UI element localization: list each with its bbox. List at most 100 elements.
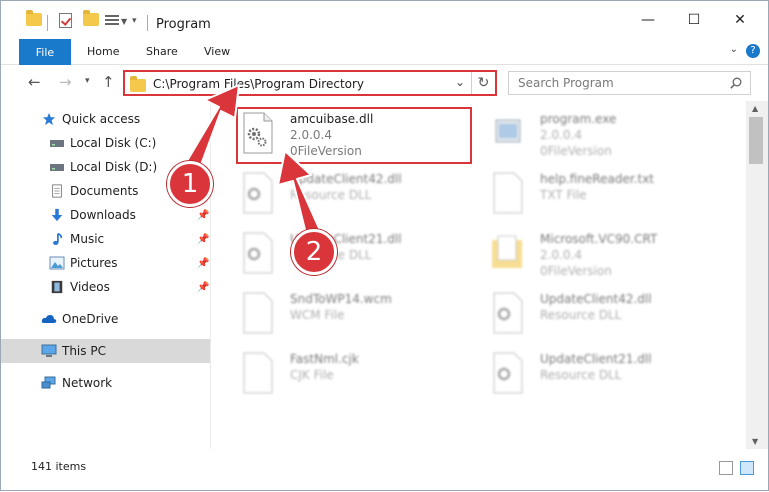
refresh-icon[interactable]: ↻ bbox=[471, 72, 495, 94]
sidebar-item-label: Documents bbox=[70, 184, 139, 198]
dll-gear-icon bbox=[493, 292, 523, 334]
file-item-program-exe[interactable]: program.exe 2.0.0.4 0FileVersion bbox=[490, 109, 730, 165]
file-name: program.exe bbox=[540, 112, 617, 126]
details-view-icon[interactable] bbox=[719, 461, 733, 475]
sidebar-item-videos[interactable]: Videos 📌 bbox=[1, 275, 210, 299]
status-bar: 141 items bbox=[1, 449, 768, 490]
tab-file[interactable]: File bbox=[19, 39, 71, 65]
dll-gear-icon bbox=[243, 172, 273, 214]
sidebar-item-network[interactable]: Network bbox=[1, 371, 210, 395]
exe-icon bbox=[495, 119, 521, 143]
drive-icon bbox=[50, 164, 64, 171]
step-1-callout: 1 bbox=[167, 161, 213, 207]
file-item-updateclient21[interactable]: UpdateClient21.dll Resource DLL bbox=[240, 229, 480, 285]
file-item-updateclient42b[interactable]: UpdateClient42.dll Resource DLL bbox=[490, 289, 730, 345]
file-name: UpdateClient21.dll bbox=[540, 352, 652, 366]
file-item-updateclient42[interactable]: UpdateClient42.dll Resource DLL bbox=[240, 169, 480, 225]
file-name: FastNml.cjk bbox=[290, 352, 359, 366]
address-bar[interactable]: C:\Program Files\Program Directory ⌄ ↻ bbox=[123, 70, 497, 96]
file-version: 2.0.0.4 bbox=[540, 128, 582, 142]
file-type: WCM File bbox=[290, 308, 345, 322]
pictures-icon bbox=[49, 256, 65, 270]
dropdown-icon[interactable]: ▾ bbox=[132, 16, 137, 32]
address-dropdown-icon[interactable]: ⌄ bbox=[455, 75, 465, 89]
file-type: Resource DLL bbox=[290, 188, 372, 202]
sidebar-item-label: Pictures bbox=[70, 256, 118, 270]
sidebar-item-label: Quick access bbox=[62, 112, 141, 126]
tab-share[interactable]: Share bbox=[146, 45, 178, 58]
sidebar-item-label: Music bbox=[70, 232, 105, 246]
step-2-callout: 2 bbox=[291, 229, 337, 275]
large-icons-view-icon[interactable] bbox=[740, 461, 754, 475]
folder-icon bbox=[130, 76, 146, 92]
address-path[interactable]: C:\Program Files\Program Directory bbox=[153, 77, 364, 91]
close-button[interactable]: ✕ bbox=[717, 1, 763, 39]
separator bbox=[147, 15, 148, 31]
computer-icon bbox=[41, 344, 57, 357]
star-icon bbox=[42, 112, 56, 126]
sidebar-item-label: Videos bbox=[70, 280, 110, 294]
pin-icon[interactable]: 📌 bbox=[197, 282, 209, 293]
sidebar-item-local-disk-c[interactable]: Local Disk (C:) 📌 bbox=[1, 131, 210, 155]
generic-file-icon bbox=[243, 352, 273, 394]
videos-icon bbox=[51, 280, 63, 294]
pin-icon[interactable]: 📌 bbox=[197, 234, 209, 245]
generic-file-icon bbox=[243, 292, 273, 334]
recent-locations-icon[interactable]: ▾ bbox=[85, 76, 90, 86]
file-name: UpdateClient42.dll bbox=[290, 172, 402, 186]
new-folder-icon[interactable] bbox=[83, 10, 99, 29]
minimize-button[interactable]: — bbox=[625, 1, 671, 39]
maximize-button[interactable]: ☐ bbox=[671, 1, 717, 39]
sidebar-item-quick-access[interactable]: Quick access bbox=[1, 107, 210, 131]
properties-check-icon[interactable] bbox=[59, 13, 72, 29]
scroll-up-icon[interactable]: ▲ bbox=[752, 104, 758, 113]
tab-view[interactable]: View bbox=[204, 45, 230, 58]
file-item-sndtowp14[interactable]: SndToWP14.wcm WCM File bbox=[240, 289, 480, 345]
sidebar-item-onedrive[interactable]: OneDrive bbox=[1, 307, 210, 331]
chevron-down-icon[interactable]: ▼ bbox=[121, 17, 127, 33]
up-arrow-icon[interactable]: ↑ bbox=[102, 73, 115, 91]
cloud-icon bbox=[41, 314, 57, 323]
folder-icon bbox=[492, 235, 522, 268]
back-arrow-icon[interactable]: ← bbox=[28, 73, 41, 91]
navigation-bar: ← → ▾ ↑ C:\Program Files\Program Directo… bbox=[1, 65, 768, 101]
file-item-help-txt[interactable]: help.fineReader.txt TXT File bbox=[490, 169, 730, 225]
folder-icon bbox=[26, 10, 42, 29]
forward-arrow-icon[interactable]: → bbox=[59, 73, 72, 91]
customize-toolbar-icon[interactable] bbox=[105, 14, 121, 27]
search-icon[interactable] bbox=[730, 77, 742, 89]
file-item-updateclient21b[interactable]: UpdateClient21.dll Resource DLL bbox=[490, 349, 730, 405]
sidebar-item-label: OneDrive bbox=[62, 312, 119, 326]
file-description: 0FileVersion bbox=[540, 264, 612, 278]
help-icon[interactable]: ? bbox=[746, 44, 760, 58]
music-icon bbox=[53, 232, 63, 245]
expand-ribbon-icon[interactable]: ⌄ bbox=[730, 44, 738, 55]
file-highlight-box bbox=[236, 107, 472, 164]
file-item-fastnml[interactable]: FastNml.cjk CJK File bbox=[240, 349, 480, 405]
ribbon-tabs: File Home Share View ⌄ ? bbox=[1, 39, 768, 65]
pin-icon[interactable]: 📌 bbox=[197, 258, 209, 269]
scroll-thumb[interactable] bbox=[749, 117, 763, 164]
sidebar-item-label: Network bbox=[62, 376, 113, 390]
file-description: 0FileVersion bbox=[540, 144, 612, 158]
file-type: CJK File bbox=[290, 368, 334, 382]
file-item-microsoft-vc90[interactable]: Microsoft.VC90.CRT 2.0.0.4 0FileVersion bbox=[490, 229, 730, 285]
file-type: Resource DLL bbox=[540, 368, 622, 382]
sidebar-item-this-pc[interactable]: This PC bbox=[1, 339, 210, 363]
text-file-icon bbox=[493, 172, 523, 214]
scroll-down-icon[interactable]: ▼ bbox=[752, 437, 758, 446]
pin-icon[interactable]: 📌 bbox=[197, 138, 209, 149]
dll-gear-icon bbox=[243, 232, 273, 274]
pin-icon[interactable]: 📌 bbox=[197, 210, 209, 221]
sidebar-item-downloads[interactable]: Downloads 📌 bbox=[1, 203, 210, 227]
search-input[interactable]: Search Program bbox=[508, 71, 751, 95]
tab-home[interactable]: Home bbox=[87, 45, 119, 58]
sidebar-item-label: Local Disk (D:) bbox=[70, 160, 158, 174]
sidebar-item-music[interactable]: Music 📌 bbox=[1, 227, 210, 251]
separator bbox=[47, 15, 48, 31]
sidebar-item-pictures[interactable]: Pictures 📌 bbox=[1, 251, 210, 275]
title-bar: ▼ ▾ Program — ☐ ✕ bbox=[1, 1, 768, 39]
vertical-scrollbar[interactable]: ▲ ▼ bbox=[746, 101, 768, 449]
dll-gear-icon bbox=[493, 352, 523, 394]
file-type: Resource DLL bbox=[540, 308, 622, 322]
